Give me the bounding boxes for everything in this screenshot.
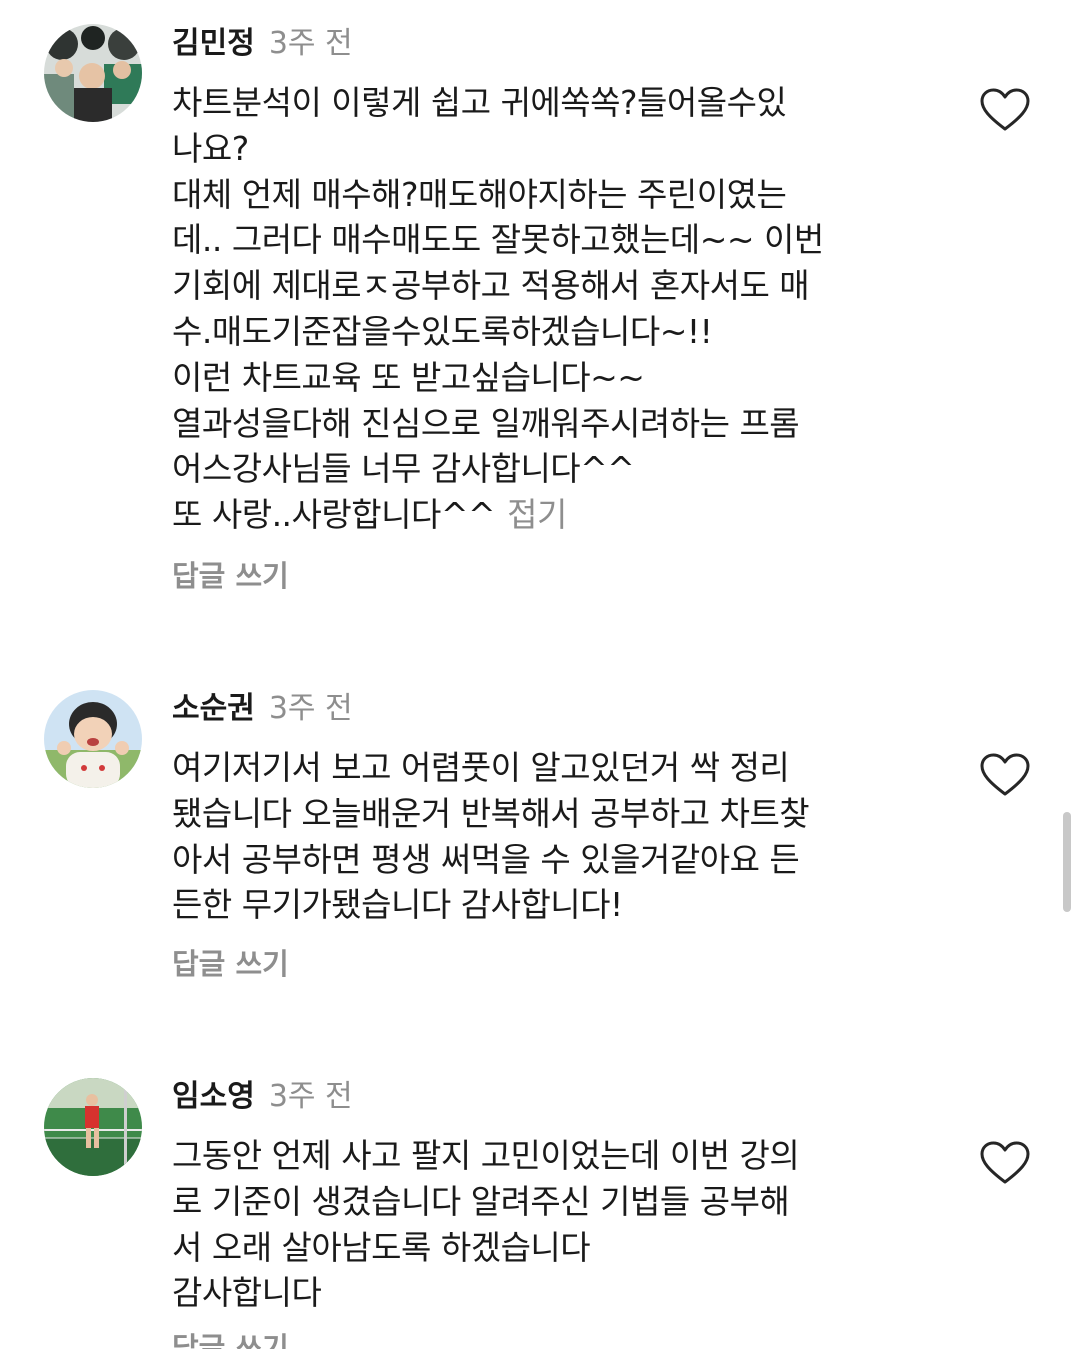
avatar[interactable] bbox=[44, 24, 142, 122]
comment-header: 소순권 3주 전 bbox=[172, 691, 353, 727]
comment-header: 김민정 3주 전 bbox=[172, 26, 353, 62]
comment-last-line: 또 사랑..사랑합니다^^ 접기 bbox=[172, 492, 932, 538]
comment-line: 서 오래 살아남도록 하겠습니다 bbox=[172, 1227, 591, 1267]
heart-outline-icon bbox=[980, 88, 1030, 131]
comment-list: 김민정 3주 전 차트분석이 이렇게 쉽고 귀에쏙쏙?들어올수있 나요? 대체 언… bbox=[0, 0, 1080, 1349]
reply-button[interactable]: 답글 쓰기 bbox=[172, 1330, 289, 1349]
like-button[interactable] bbox=[980, 753, 1030, 797]
comment-line: 어스강사님들 너무 감사합니다^^ bbox=[172, 449, 635, 489]
scrollbar[interactable] bbox=[1063, 812, 1071, 912]
reply-button[interactable]: 답글 쓰기 bbox=[172, 558, 289, 594]
comment-line: 여기저기서 보고 어렴풋이 알고있던거 싹 정리 bbox=[172, 748, 790, 787]
comment-line: 나요? bbox=[172, 128, 249, 168]
comment-author[interactable]: 임소영 bbox=[172, 1079, 255, 1114]
comment-line: 기회에 제대로ㅈ공부하고 적용해서 혼자서도 매 bbox=[172, 266, 810, 306]
comment-header: 임소영 3주 전 bbox=[172, 1079, 353, 1115]
comment-line: 그동안 언제 사고 팔지 고민이었는데 이번 강의 bbox=[172, 1136, 800, 1175]
comment-text: 여기저기서 보고 어렴풋이 알고있던거 싹 정리 됐습니다 오늘배운거 반복해서… bbox=[172, 745, 932, 928]
comment-time: 3주 전 bbox=[268, 26, 353, 61]
heart-outline-icon bbox=[980, 753, 1030, 796]
comment-line: 감사합니다 bbox=[172, 1273, 322, 1313]
comment-line: 또 사랑..사랑합니다^^ bbox=[172, 495, 496, 535]
like-button[interactable] bbox=[980, 1141, 1030, 1185]
collapse-link[interactable]: 접기 bbox=[507, 495, 567, 534]
comment-author[interactable]: 소순권 bbox=[172, 691, 255, 726]
comment-line: 이런 차트교육 또 받고싶습니다~~ bbox=[172, 357, 645, 397]
comment-author[interactable]: 김민정 bbox=[172, 26, 255, 61]
comment-text: 그동안 언제 사고 팔지 고민이었는데 이번 강의 로 기준이 생겼습니다 알려… bbox=[172, 1133, 932, 1316]
comment-line: 아서 공부하면 평생 써먹을 수 있을거같아요 든 bbox=[172, 839, 800, 879]
heart-outline-icon bbox=[980, 1141, 1030, 1184]
comment-line: 됐습니다 오늘배운거 반복해서 공부하고 차트찾 bbox=[172, 793, 810, 833]
comment-line: 대체 언제 매수해?매도해야지하는 주린이였는 bbox=[172, 174, 787, 214]
comment-line: 든한 무기가됐습니다 감사합니다! bbox=[172, 885, 623, 925]
avatar[interactable] bbox=[44, 1078, 142, 1176]
avatar-image bbox=[44, 24, 142, 122]
reply-button[interactable]: 답글 쓰기 bbox=[172, 946, 289, 982]
comment-line: 로 기준이 생겼습니다 알려주신 기법들 공부해 bbox=[172, 1181, 790, 1221]
comment-text: 차트분석이 이렇게 쉽고 귀에쏙쏙?들어올수있 나요? 대체 언제 매수해?매도… bbox=[172, 80, 932, 538]
like-button[interactable] bbox=[980, 88, 1030, 132]
avatar-image bbox=[44, 1078, 142, 1176]
comment-line: 열과성을다해 진심으로 일깨워주시려하는 프롬 bbox=[172, 403, 800, 443]
comment-time: 3주 전 bbox=[268, 691, 353, 726]
comment-line: 차트분석이 이렇게 쉽고 귀에쏙쏙?들어올수있 bbox=[172, 83, 787, 122]
avatar-image bbox=[44, 690, 142, 788]
comment-line: 수.매도기준잡을수있도록하겠습니다~!! bbox=[172, 311, 713, 351]
avatar[interactable] bbox=[44, 690, 142, 788]
comment-time: 3주 전 bbox=[268, 1079, 353, 1114]
comment-line: 데.. 그러다 매수매도도 잘못하고했는데~~ 이번 bbox=[172, 220, 824, 260]
